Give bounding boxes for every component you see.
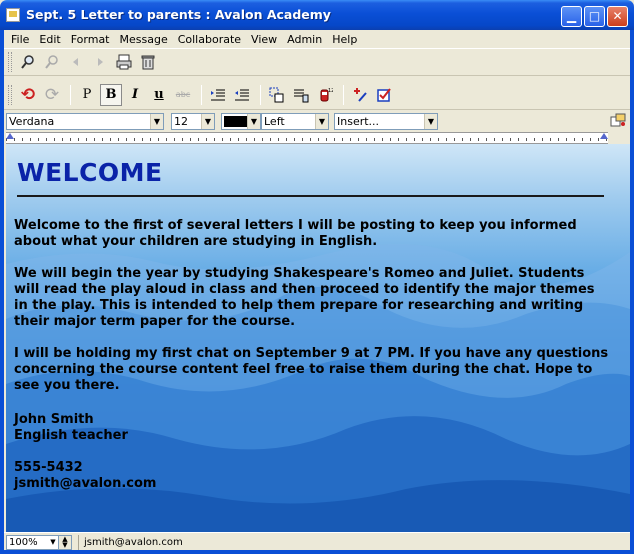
menu-message[interactable]: Message [115,31,173,48]
insert-value: Insert... [337,115,380,128]
zoom-spinner[interactable]: ▲ ▼ [58,536,71,549]
menu-help[interactable]: Help [327,31,362,48]
bold-button[interactable]: B [100,83,122,106]
toolbar-separator [70,84,71,105]
outdent-icon[interactable] [231,84,253,106]
add-file-icon[interactable] [349,84,371,106]
close-button[interactable]: ✕ [607,6,628,27]
window-title: Sept. 5 Letter to parents : Avalon Acade… [26,7,331,22]
expand-editor-icon[interactable] [610,113,626,131]
status-user-email: jsmith@avalon.com [78,535,183,550]
paragraph-line: their major term paper for the course. [14,314,296,329]
signature-name: John Smith [14,412,94,427]
paragraph-line: Welcome to the first of several letters … [14,218,577,233]
format-bar: Verdana ▼ 12 ▼ ▼ Left ▼ Insert... ▼ [4,111,630,132]
alignment-value: Left [264,115,285,128]
chevron-down-icon[interactable]: ▼ [247,114,260,129]
back-arrow-icon[interactable] [65,51,87,73]
insert-select[interactable]: Insert... ▼ [334,113,438,130]
font-size-select[interactable]: 12 ▼ [171,113,215,130]
chevron-down-icon[interactable]: ▼ [424,114,437,129]
message-editor[interactable]: WELCOME Welcome to the first of several … [6,144,630,532]
menu-format[interactable]: Format [66,31,115,48]
zoom-select[interactable]: 100% ▼ ▲ ▼ [6,535,72,550]
menu-view[interactable]: View [246,31,282,48]
paragraph-line: see you there. [14,378,120,393]
menu-collaborate[interactable]: Collaborate [173,31,246,48]
text-color-select[interactable]: ▼ [221,113,261,130]
main-toolbar [4,49,630,76]
plain-text-button[interactable]: P [76,84,98,106]
paragraph-line: in the play. This is intended to help th… [14,298,584,313]
link-icon[interactable] [41,51,63,73]
menu-file[interactable]: File [6,31,34,48]
maximize-button[interactable]: □ [584,6,605,27]
underline-button[interactable]: u [148,84,170,106]
ruler-ticks [6,138,608,141]
window-frame-bottom [0,550,634,554]
print-icon[interactable] [113,51,135,73]
font-select[interactable]: Verdana ▼ [6,113,164,130]
right-indent-marker[interactable] [600,133,608,139]
font-select-value: Verdana [9,115,55,128]
menu-bar: File Edit Format Message Collaborate Vie… [4,30,630,49]
status-bar: 100% ▼ ▲ ▼ jsmith@avalon.com [4,532,630,550]
toolbar-separator [201,84,202,105]
left-indent-marker[interactable] [6,133,14,139]
toolbar-separator [260,84,261,105]
menu-edit[interactable]: Edit [34,31,65,48]
paragraph-line: about what your children are studying in… [14,234,378,249]
chevron-down-icon[interactable]: ▼ [315,114,328,129]
svg-text:12: 12 [328,88,333,94]
forward-arrow-icon[interactable] [89,51,111,73]
format-toolbar: ⟲ ⟳ P B I u abc 12 [4,80,630,110]
chevron-down-icon[interactable]: ▼ [48,536,58,549]
contact-email: jsmith@avalon.com [14,476,157,491]
paragraph-line: I will be holding my first chat on Septe… [14,346,609,361]
signature-title: English teacher [14,428,128,443]
undo-icon[interactable]: ⟲ [17,84,39,106]
toolbar-separator [343,84,344,105]
menu-admin[interactable]: Admin [282,31,327,48]
checklist-icon[interactable] [373,84,395,106]
strikethrough-button[interactable]: abc [172,84,194,106]
italic-button[interactable]: I [124,84,146,106]
redo-icon[interactable]: ⟳ [41,84,63,106]
delete-icon[interactable] [137,51,159,73]
app-icon [6,8,20,22]
chevron-down-icon[interactable]: ▼ [150,114,163,129]
document-heading: WELCOME [17,158,163,187]
search-icon[interactable] [17,51,39,73]
insert-table-icon[interactable] [290,84,312,106]
indent-icon[interactable] [207,84,229,106]
title-bar[interactable]: Sept. 5 Letter to parents : Avalon Acade… [0,0,634,30]
toolbar-grip[interactable] [8,52,12,72]
window-frame-right [630,30,634,554]
insert-link-icon[interactable] [266,84,288,106]
font-size-value: 12 [174,115,188,128]
horizontal-rule [17,195,604,197]
paragraph-line: will read the play aloud in class and th… [14,282,595,297]
chevron-down-icon[interactable]: ▼ [201,114,214,129]
ruler[interactable] [6,132,608,144]
toolbar-grip[interactable] [8,84,12,105]
zoom-value: 100% [9,537,38,548]
contact-phone: 555-5432 [14,460,83,475]
ruler-corner [608,132,630,144]
document-body[interactable]: WELCOME Welcome to the first of several … [14,156,609,492]
spellcheck-icon[interactable]: 12 [314,84,336,106]
paragraph-line: concerning the course content feel free … [14,362,593,377]
color-swatch [224,116,248,127]
paragraph-line: We will begin the year by studying Shake… [14,266,585,281]
alignment-select[interactable]: Left ▼ [261,113,329,130]
minimize-button[interactable]: ▁ [561,6,582,27]
